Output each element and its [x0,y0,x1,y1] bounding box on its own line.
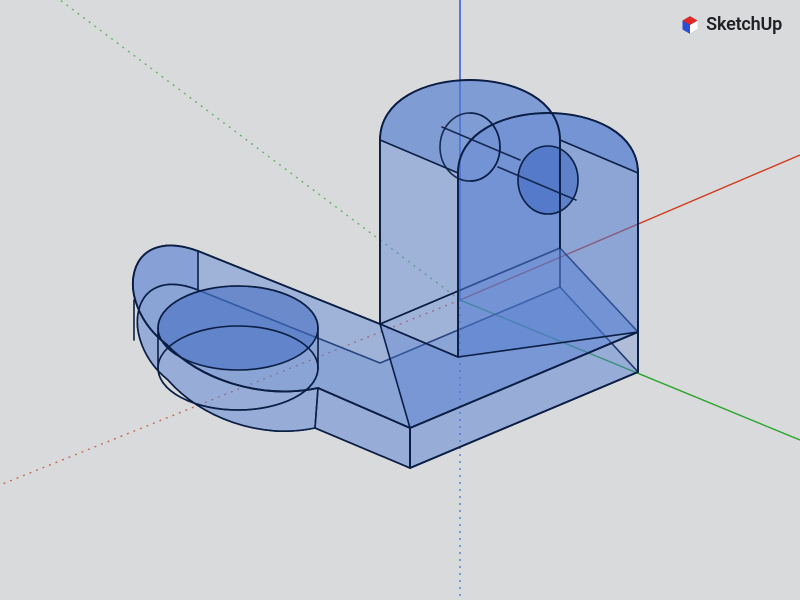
app-logo: SketchUp [680,14,782,35]
sketchup-hex-icon [680,15,700,35]
sketchup-viewport[interactable]: SketchUp [0,0,800,600]
scene-svg[interactable] [0,0,800,600]
bracket-model[interactable] [133,80,638,468]
app-name-label: SketchUp [706,14,782,35]
